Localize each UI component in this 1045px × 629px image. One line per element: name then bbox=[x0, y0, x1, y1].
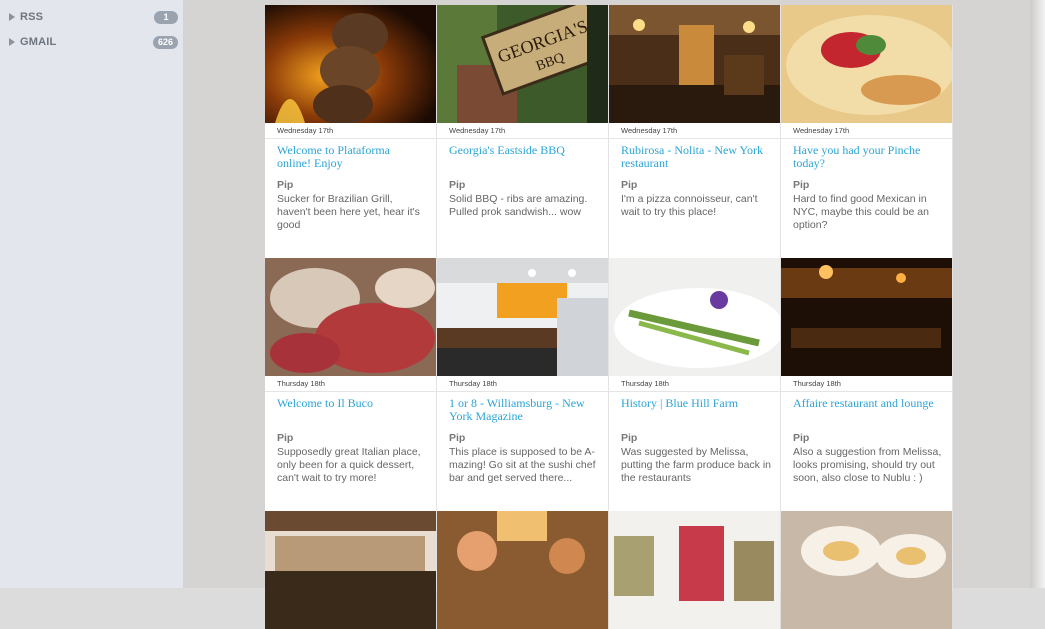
bookmark-card[interactable] bbox=[437, 511, 609, 629]
asparagus-plate-photo[interactable] bbox=[609, 258, 780, 376]
preserves-jars-photo[interactable] bbox=[609, 511, 780, 629]
bookmark-card[interactable]: Thursday 18th History | Blue Hill Farm P… bbox=[609, 258, 781, 511]
card-author: Pip bbox=[621, 179, 638, 191]
card-note: Also a suggestion from Melissa, looks pr… bbox=[793, 446, 942, 484]
card-title-link[interactable]: Georgia's Eastside BBQ bbox=[449, 144, 598, 170]
card-title-link[interactable]: Affaire restaurant and lounge bbox=[793, 397, 942, 423]
card-author: Pip bbox=[621, 432, 638, 444]
scroll-edge bbox=[1030, 0, 1045, 588]
card-date: Thursday 18th bbox=[609, 376, 780, 392]
grilled-meat-photo[interactable] bbox=[265, 5, 436, 123]
card-date: Thursday 18th bbox=[265, 376, 436, 392]
card-title-link[interactable]: Welcome to Plataforma online! Enjoy bbox=[277, 144, 426, 170]
bookmark-card[interactable]: Wednesday 17th Welcome to Plataforma onl… bbox=[265, 5, 437, 258]
restaurant-interior-photo[interactable] bbox=[609, 5, 780, 123]
unread-count-badge: 1 bbox=[154, 10, 178, 24]
bookmark-card[interactable] bbox=[609, 511, 781, 629]
appetizer-plate-photo[interactable] bbox=[781, 511, 952, 629]
card-note: I'm a pizza connoisseur, can't wait to t… bbox=[621, 193, 758, 218]
card-note: Sucker for Brazilian Grill, haven't been… bbox=[277, 193, 420, 231]
bookmark-card[interactable] bbox=[265, 511, 437, 629]
card-title-link[interactable]: Rubirosa - Nolita - New York restaurant bbox=[621, 144, 770, 170]
card-date: Thursday 18th bbox=[781, 376, 952, 392]
bookmark-card[interactable]: Thursday 18th 1 or 8 - Williamsburg - Ne… bbox=[437, 258, 609, 511]
white-dining-room-photo[interactable] bbox=[437, 258, 608, 376]
card-title-link[interactable]: History | Blue Hill Farm bbox=[621, 397, 770, 423]
sidebar-item-gmail[interactable]: GMAIL 626 bbox=[0, 32, 183, 52]
card-author: Pip bbox=[793, 179, 810, 191]
card-note: This place is supposed to be A-mazing! G… bbox=[449, 446, 596, 484]
dark-lounge-photo[interactable] bbox=[781, 258, 952, 376]
charcuterie-photo[interactable] bbox=[265, 258, 436, 376]
sidebar-item-rss[interactable]: RSS 1 bbox=[0, 7, 183, 27]
expand-arrow-icon[interactable] bbox=[9, 13, 15, 21]
card-author: Pip bbox=[277, 179, 294, 191]
sidebar-item-label: RSS bbox=[20, 11, 44, 23]
card-title-link[interactable]: Welcome to Il Buco bbox=[277, 397, 426, 423]
card-date: Wednesday 17th bbox=[781, 123, 952, 139]
card-date: Wednesday 17th bbox=[437, 123, 608, 139]
card-date: Wednesday 17th bbox=[265, 123, 436, 139]
card-author: Pip bbox=[277, 432, 294, 444]
bookmark-grid: Wednesday 17th Welcome to Plataforma onl… bbox=[265, 5, 954, 629]
sidebar-item-label: GMAIL bbox=[20, 36, 57, 48]
bookmark-card[interactable]: Wednesday 17th Rubirosa - Nolita - New Y… bbox=[609, 5, 781, 258]
expand-arrow-icon[interactable] bbox=[9, 38, 15, 46]
sidebar: RSS 1 GMAIL 626 bbox=[0, 0, 184, 588]
card-author: Pip bbox=[449, 432, 466, 444]
card-date: Thursday 18th bbox=[437, 376, 608, 392]
card-note: Solid BBQ - ribs are amazing. Pulled pro… bbox=[449, 193, 588, 218]
card-title-link[interactable]: 1 or 8 - Williamsburg - New York Magazin… bbox=[449, 397, 598, 423]
bookmark-card[interactable]: Thursday 18th Welcome to Il Buco Pip Sup… bbox=[265, 258, 437, 511]
card-title-link[interactable]: Have you had your Pinche today? bbox=[793, 144, 942, 170]
card-author: Pip bbox=[793, 432, 810, 444]
bar-counter-photo[interactable] bbox=[265, 511, 436, 629]
card-note: Was suggested by Melissa, putting the fa… bbox=[621, 446, 772, 484]
bookmark-card[interactable]: Thursday 18th Affaire restaurant and lou… bbox=[781, 258, 953, 511]
unread-count-badge: 626 bbox=[152, 35, 178, 49]
card-date: Wednesday 17th bbox=[609, 123, 780, 139]
bbq-sign-photo[interactable]: GEORGIA'S BBQ bbox=[437, 5, 608, 123]
bookmark-card[interactable] bbox=[781, 511, 953, 629]
bookmark-card[interactable]: Wednesday 17th Have you had your Pinche … bbox=[781, 5, 953, 258]
mexican-dish-photo[interactable] bbox=[781, 5, 952, 123]
card-note: Hard to find good Mexican in NYC, maybe … bbox=[793, 193, 929, 231]
busy-restaurant-photo[interactable] bbox=[437, 511, 608, 629]
card-note: Supposedly great Italian place, only bee… bbox=[277, 446, 421, 484]
bookmark-card[interactable]: GEORGIA'S BBQ Wednesday 17th Georgia's E… bbox=[437, 5, 609, 258]
card-author: Pip bbox=[449, 179, 466, 191]
